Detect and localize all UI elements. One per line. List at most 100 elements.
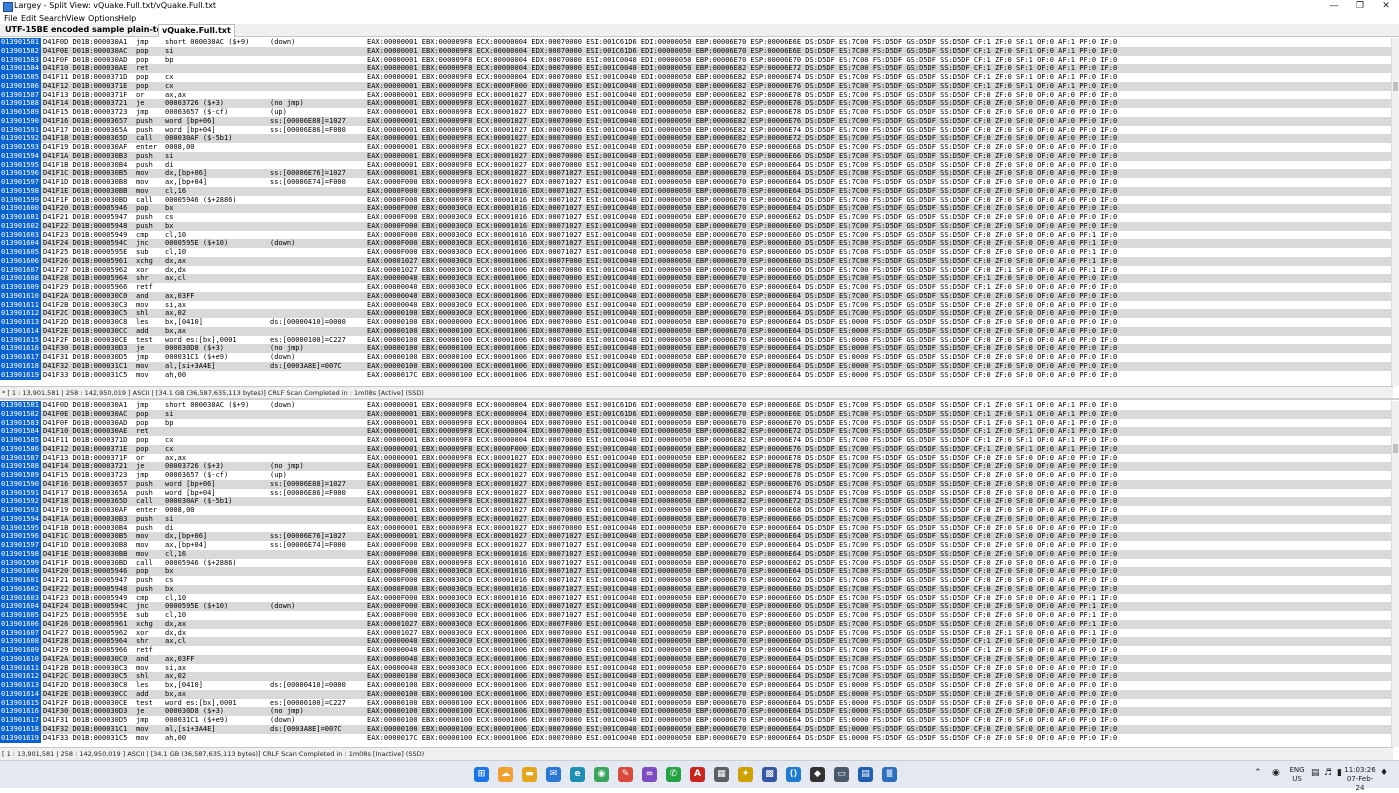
maximize-icon[interactable]: ❐ <box>1347 0 1373 13</box>
app-icon-shield[interactable]: ◆ <box>810 767 825 782</box>
text-line[interactable]: 013901584 D41F10 D01B:000030AE ret EAX:0000… <box>0 64 1391 74</box>
file-explorer-icon[interactable]: ▬ <box>522 767 537 782</box>
largey-icon[interactable]: ▤ <box>858 767 873 782</box>
text-line[interactable]: 013901607 D41F27 D01B:00005962 xor dx,dx EAX… <box>0 265 1391 275</box>
menu-search[interactable]: Search <box>39 13 66 24</box>
text-line[interactable]: 013901587 D41F13 D01B:0000371F or ax,ax EAX:… <box>0 453 1391 463</box>
text-line[interactable]: 013901584 D41F10 D01B:000030AE ret EAX:0000… <box>0 427 1391 437</box>
text-line[interactable]: 013901596 D41F1C D01B:000030B5 mov dx,[bp+0… <box>0 532 1391 542</box>
whatsapp-icon[interactable]: ✆ <box>666 767 681 782</box>
menu-edit[interactable]: Edit <box>21 13 37 24</box>
text-line[interactable]: 013901611 D41F2B D01B:000030C3 mov si,ax EAX… <box>0 663 1391 673</box>
text-line[interactable]: 013901618 D41F32 D01B:000031C1 mov al,[si+3… <box>0 361 1391 371</box>
text-line[interactable]: 013901615 D41F2F D01B:000030CE test word es… <box>0 335 1391 345</box>
text-line[interactable]: 013901607 D41F27 D01B:00005962 xor dx,dx EAX… <box>0 628 1391 638</box>
network-tray-icon[interactable]: ◉ <box>1272 769 1280 778</box>
top-text-pane[interactable]: 013901581 D41F0D D01B:000030A1 jmp short 00… <box>0 38 1391 386</box>
text-line[interactable]: 013901581 D41F0D D01B:000030A1 jmp short 00… <box>0 401 1391 410</box>
text-line[interactable]: 013901604 D41F24 D01B:0000594C jnc 0000595E… <box>0 602 1391 612</box>
text-line[interactable]: 013901612 D41F2C D01B:000030C5 shl ax,02 EAX… <box>0 672 1391 682</box>
text-line[interactable]: 013901586 D41F12 D01B:0000371E pop cx EAX:00… <box>0 444 1391 454</box>
text-line[interactable]: 013901598 D41F1E D01B:000030BB mov cl,16 EAX… <box>0 186 1391 196</box>
clock[interactable]: 11:03:26 07-Feb-24 <box>1343 766 1377 793</box>
text-line[interactable]: 013901598 D41F1E D01B:000030BB mov cl,16 EAX… <box>0 549 1391 559</box>
text-line[interactable]: 013901586 D41F12 D01B:0000371E pop cx EAX:00… <box>0 81 1391 91</box>
text-line[interactable]: 013901612 D41F2C D01B:000030C5 shl ax,02 EAX… <box>0 309 1391 319</box>
top-scroll-thumb[interactable] <box>1393 82 1398 91</box>
text-line[interactable]: 013901589 D41F15 D01B:00003723 jmp 00003657… <box>0 108 1391 117</box>
text-line[interactable]: 013901610 D41F2A D01B:000030C0 and ax,03FF E… <box>0 654 1391 664</box>
text-line[interactable]: 013901603 D41F23 D01B:00005949 cmp cl,10 EAX… <box>0 230 1391 240</box>
wifi-icon[interactable]: ▤ <box>1311 769 1320 778</box>
text-line[interactable]: 013901590 D41F16 D01B:00003657 push word [b… <box>0 116 1391 126</box>
bottom-scrollbar[interactable] <box>1391 401 1399 747</box>
mail-icon[interactable]: ✉ <box>546 767 561 782</box>
vscode-icon[interactable]: ⟨⟩ <box>786 767 801 782</box>
text-line[interactable]: 013901608 D41F28 D01B:00005964 shr ax,cl EAX… <box>0 637 1391 647</box>
text-line[interactable]: 013901608 D41F28 D01B:00005964 shr ax,cl EAX… <box>0 274 1391 284</box>
text-line[interactable]: 013901599 D41F1F D01B:000030BD call 0000594… <box>0 558 1391 568</box>
text-line[interactable]: 013901615 D41F2F D01B:000030CE test word es… <box>0 698 1391 708</box>
text-line[interactable]: 013901585 D41F11 D01B:0000371D pop cx EAX:00… <box>0 73 1391 82</box>
text-line[interactable]: 013901605 D41F25 D01B:0000595E sub cl,10 EAX… <box>0 248 1391 257</box>
battery-icon[interactable]: ▮ <box>1337 769 1342 778</box>
text-line[interactable]: 013901619 D41F33 D01B:000031C5 mov ah,00 EAX… <box>0 733 1391 743</box>
menu-options[interactable]: Options <box>88 13 119 24</box>
text-line[interactable]: 013901602 D41F22 D01B:00005948 push bx EAX:0… <box>0 221 1391 231</box>
split-divider[interactable] <box>0 398 1399 400</box>
text-line[interactable]: 013901610 D41F2A D01B:000030C0 and ax,03FF E… <box>0 291 1391 301</box>
bottom-scroll-thumb[interactable] <box>1393 444 1398 453</box>
text-line[interactable]: 013901587 D41F13 D01B:0000371F or ax,ax EAX:… <box>0 90 1391 100</box>
text-line[interactable]: 013901606 D41F26 D01B:00005961 xchg dx,ax EA… <box>0 619 1391 629</box>
text-line[interactable]: 013901600 D41F20 D01B:00005946 pop bx EAX:00… <box>0 567 1391 577</box>
text-line[interactable]: 013901606 D41F26 D01B:00005961 xchg dx,ax EA… <box>0 256 1391 266</box>
text-line[interactable]: 013901600 D41F20 D01B:00005946 pop bx EAX:00… <box>0 204 1391 214</box>
text-line[interactable]: 013901604 D41F24 D01B:0000594C jnc 0000595E… <box>0 239 1391 249</box>
text-line[interactable]: 013901591 D41F17 D01B:0000365A push word [b… <box>0 488 1391 498</box>
text-line[interactable]: 013901588 D41F14 D01B:00003721 je 00003726 … <box>0 99 1391 109</box>
text-line[interactable]: 013901583 D41F0F D01B:000030AD pop bp EAX:00… <box>0 418 1391 428</box>
text-line[interactable]: 013901581 D41F0D D01B:000030A1 jmp short 00… <box>0 38 1391 47</box>
text-line[interactable]: 013901597 D41F1D D01B:000030B8 mov ax,[bp+0… <box>0 541 1391 550</box>
text-line[interactable]: 013901593 D41F19 D01B:000030AF enter 0008,0… <box>0 143 1391 152</box>
bottom-text-pane[interactable]: 013901581 D41F0D D01B:000030A1 jmp short 00… <box>0 401 1391 747</box>
app-icon-monitor[interactable]: ▭ <box>834 767 849 782</box>
text-line[interactable]: 013901616 D41F30 D01B:000030D3 je 000030D8 … <box>0 707 1391 717</box>
calculator-icon[interactable]: ▦ <box>714 767 729 782</box>
text-line[interactable]: 013901609 D41F29 D01B:00005966 retf EAX:000… <box>0 283 1391 292</box>
text-line[interactable]: 013901592 D41F18 D01B:0000365D call 000030A… <box>0 134 1391 144</box>
menu-view[interactable]: View <box>66 13 85 24</box>
text-line[interactable]: 013901585 D41F11 D01B:0000371D pop cx EAX:00… <box>0 436 1391 445</box>
text-line[interactable]: 013901618 D41F32 D01B:000031C1 mov al,[si+3… <box>0 724 1391 734</box>
acrobat-icon[interactable]: A <box>690 767 705 782</box>
text-line[interactable]: 013901613 D41F2D D01B:000030C8 les bx,[0410… <box>0 318 1391 327</box>
text-line[interactable]: 013901611 D41F2B D01B:000030C3 mov si,ax EAX… <box>0 300 1391 310</box>
language-indicator[interactable]: ENG US <box>1288 766 1306 784</box>
text-line[interactable]: 013901613 D41F2D D01B:000030C8 les bx,[0410… <box>0 681 1391 690</box>
text-line[interactable]: 013901601 D41F21 D01B:00005947 push cs EAX:0… <box>0 213 1391 222</box>
notification-bell-icon[interactable]: ♦ <box>1380 769 1388 778</box>
text-line[interactable]: 013901590 D41F16 D01B:00003657 push word [b… <box>0 479 1391 489</box>
top-scrollbar[interactable] <box>1391 38 1399 386</box>
tab-vquake-full[interactable]: vQuake.Full.txt <box>158 24 235 37</box>
start-icon[interactable]: ⊞ <box>474 767 489 782</box>
text-line[interactable]: 013901617 D41F31 D01B:000030D5 jmp 000031C1… <box>0 716 1391 725</box>
text-line[interactable]: 013901614 D41F2E D01B:000030CC add bx,ax EAX… <box>0 326 1391 336</box>
text-line[interactable]: 013901602 D41F22 D01B:00005948 push bx EAX:0… <box>0 584 1391 594</box>
notepad-icon[interactable]: ≣ <box>882 767 897 782</box>
app-icon-grid[interactable]: ▩ <box>762 767 777 782</box>
text-line[interactable]: 013901597 D41F1D D01B:000030B8 mov ax,[bp+0… <box>0 178 1391 187</box>
text-line[interactable]: 013901616 D41F30 D01B:000030D3 je 000030D8 … <box>0 344 1391 354</box>
text-line[interactable]: 013901614 D41F2E D01B:000030CC add bx,ax EAX… <box>0 689 1391 699</box>
menu-help[interactable]: Help <box>118 13 136 24</box>
text-line[interactable]: 013901594 D41F1A D01B:000030B3 push si EAX:0… <box>0 514 1391 524</box>
text-line[interactable]: 013901582 D41F0E D01B:000030AC pop si EAX:00… <box>0 46 1391 56</box>
close-icon[interactable]: ✕ <box>1373 0 1399 13</box>
text-line[interactable]: 013901588 D41F14 D01B:00003721 je 00003726 … <box>0 462 1391 472</box>
text-line[interactable]: 013901592 D41F18 D01B:0000365D call 000030A… <box>0 497 1391 507</box>
text-line[interactable]: 013901589 D41F15 D01B:00003723 jmp 00003657… <box>0 471 1391 480</box>
text-line[interactable]: 013901599 D41F1F D01B:000030BD call 0000594… <box>0 195 1391 205</box>
visual-studio-icon[interactable]: ∞ <box>642 767 657 782</box>
text-line[interactable]: 013901609 D41F29 D01B:00005966 retf EAX:000… <box>0 646 1391 655</box>
text-line[interactable]: 013901596 D41F1C D01B:000030B5 mov dx,[bp+0… <box>0 169 1391 179</box>
